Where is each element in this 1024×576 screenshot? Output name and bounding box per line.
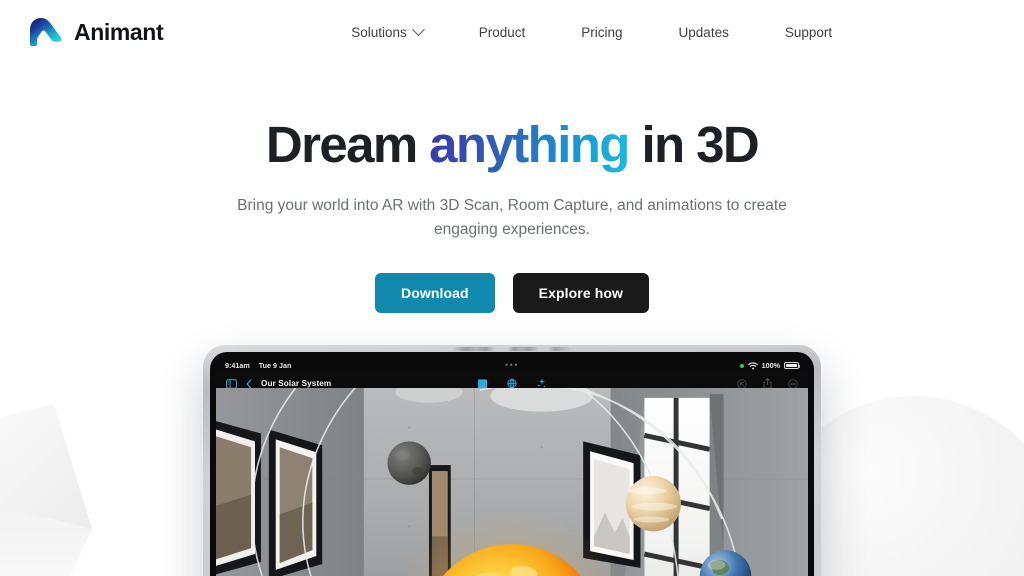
tablet-top-bezel-details (452, 347, 572, 351)
tablet-frame: 9:41am Tue 9 Jan ••• 100% Our Solar Syst… (203, 345, 821, 576)
brand-name: Animant (74, 18, 164, 45)
toolbar-left-group: Our Solar System (226, 378, 332, 389)
headline-highlight: anything (429, 116, 630, 173)
download-button[interactable]: Download (374, 273, 495, 314)
sidebar-toggle-icon[interactable] (226, 378, 237, 389)
nav-item-pricing[interactable]: Pricing (553, 19, 650, 46)
nav-item-label: Solutions (351, 24, 407, 40)
status-date: Tue 9 Jan (258, 361, 292, 370)
nav-item-label: Support (784, 24, 833, 40)
square-select-icon[interactable] (477, 378, 488, 389)
nav-item-label: Updates (678, 24, 729, 40)
status-time: 9:41am (225, 361, 250, 370)
nav-item-label: Pricing (581, 24, 623, 40)
nav-item-updates[interactable]: Updates (651, 19, 757, 46)
tablet-screen: 9:41am Tue 9 Jan ••• 100% Our Solar Syst… (210, 352, 814, 576)
tablet-device-mockup: 9:41am Tue 9 Jan ••• 100% Our Solar Syst… (203, 345, 821, 576)
undo-icon[interactable] (737, 378, 747, 389)
more-options-circle-icon[interactable] (788, 378, 798, 389)
hero-section: Dream anything in 3D Bring your world in… (0, 64, 1024, 314)
battery-full-icon (784, 362, 801, 369)
3d-cube-decoration (0, 404, 92, 576)
hero-subheadline: Bring your world into AR with 3D Scan, R… (237, 197, 787, 239)
wifi-icon (747, 361, 758, 369)
multitasking-indicator[interactable]: ••• (505, 361, 519, 370)
status-bar-right: 100% (739, 361, 801, 370)
brand-logo-link[interactable]: Animant (26, 17, 164, 47)
nav-item-label: Product (478, 24, 526, 40)
main-navigation: Solutions Product Pricing Updates Suppor… (323, 19, 860, 46)
nav-item-product[interactable]: Product (451, 19, 554, 46)
scene-title: Our Solar System (261, 379, 332, 388)
status-bar-left: 9:41am Tue 9 Jan (225, 361, 291, 370)
nav-item-solutions[interactable]: Solutions (323, 19, 451, 46)
headline-text-tail: in 3D (628, 116, 759, 173)
ar-solar-system-render (216, 388, 808, 576)
chevron-down-icon (411, 22, 425, 36)
nav-item-support[interactable]: Support (757, 19, 860, 46)
green-status-dot-icon (739, 363, 744, 368)
battery-percent-label: 100% (761, 361, 780, 370)
page-title: Dream anything in 3D (0, 116, 1024, 173)
ios-status-bar: 9:41am Tue 9 Jan ••• 100% (216, 358, 808, 373)
headline-text-lead: Dream (265, 116, 430, 173)
chevron-left-icon[interactable] (246, 378, 252, 389)
hero-cta-group: Download Explore how (0, 273, 1024, 314)
ar-scene-viewport[interactable] (216, 388, 808, 576)
site-header: Animant Solutions Product Pricing Update… (0, 0, 1024, 64)
explore-how-button[interactable]: Explore how (512, 273, 650, 314)
animant-chevron-logo-icon (30, 17, 62, 47)
